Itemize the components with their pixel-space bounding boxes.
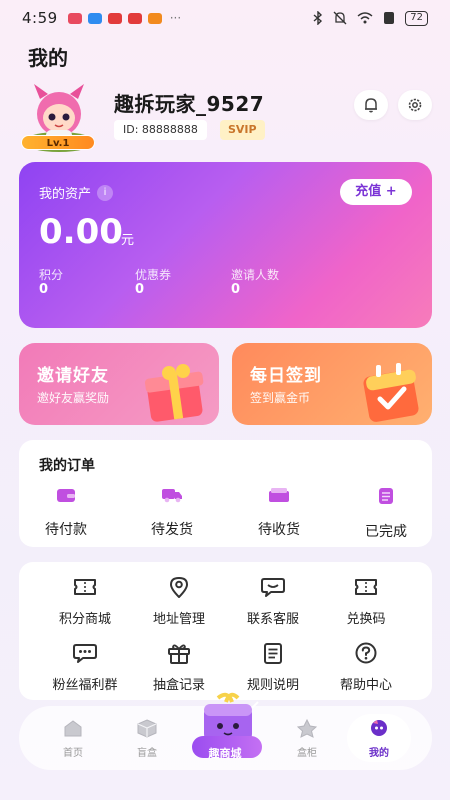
ticket-icon (74, 579, 96, 595)
invites-label[interactable]: 邀请人数 (231, 266, 279, 283)
draw-record-item[interactable]: 抽盒记录 (129, 642, 229, 693)
page-title: 我的 (28, 46, 68, 70)
location-icon (169, 576, 189, 599)
signin-title: 每日签到 (250, 366, 322, 386)
signin-subtitle: 签到赢金币 (250, 391, 311, 405)
notification-icons: ··· (67, 11, 182, 25)
daily-signin-card[interactable]: 每日签到 签到赢金币 (232, 343, 432, 425)
truck-icon (162, 489, 182, 503)
username: 趣拆玩家_9527 (114, 92, 265, 116)
rules-item[interactable]: 规则说明 (223, 642, 323, 693)
checklist-icon (379, 488, 393, 504)
wifi-icon (357, 12, 373, 24)
gift-box-icon (144, 364, 204, 422)
coupons-label[interactable]: 优惠券 (135, 266, 171, 283)
help-icon (355, 642, 377, 664)
bluetooth-icon (313, 11, 323, 25)
recharge-button[interactable]: 充值 + (340, 179, 412, 205)
box-icon (137, 719, 157, 738)
customer-service-item[interactable]: 联系客服 (223, 576, 323, 627)
package-icon (269, 488, 289, 502)
service-label: 联系客服 (246, 612, 299, 627)
group-chat-icon (73, 644, 97, 663)
cabinet-icon (296, 718, 318, 738)
settings-button[interactable] (398, 90, 432, 120)
app-notification-icon (107, 12, 122, 24)
order-label: 已完成 (365, 524, 407, 540)
order-label: 待发货 (151, 522, 193, 538)
nav-mall[interactable]: 趣商城 (180, 745, 270, 761)
order-label: 待付款 (45, 522, 87, 538)
gear-icon (408, 98, 422, 112)
home-icon (64, 720, 82, 737)
services-card: 积分商城 地址管理 联系客服 兑换码 粉丝福利群 抽盒记录 规则说明 帮助中心 (19, 562, 432, 700)
nav-blind-box[interactable]: 盲盒 (117, 718, 177, 759)
service-label: 粉丝福利群 (52, 678, 118, 693)
invite-title: 邀请好友 (37, 366, 109, 386)
nav-mine[interactable]: 我的 (349, 718, 409, 759)
ticket-icon (355, 579, 377, 595)
app-notification-icon (147, 12, 162, 24)
wallet-icon (57, 489, 75, 502)
nav-cabinet[interactable]: 盒柜 (277, 718, 337, 759)
redeem-code-item[interactable]: 兑换码 (316, 576, 416, 627)
coupons-value[interactable]: 0 (135, 282, 144, 297)
system-icons: 72 (313, 10, 428, 26)
assets-title-label: 我的资产 (39, 187, 92, 202)
info-icon[interactable]: i (97, 184, 114, 201)
bell-icon (365, 98, 377, 113)
address-management-item[interactable]: 地址管理 (129, 576, 229, 627)
chat-icon (261, 578, 285, 597)
calendar-icon (363, 363, 419, 422)
order-pending-shipment[interactable]: 待发货 (127, 487, 217, 539)
nav-label: 盒柜 (297, 748, 317, 759)
notification-button[interactable] (354, 90, 388, 120)
profile-icon (371, 720, 387, 736)
service-label: 兑换码 (346, 612, 386, 627)
help-center-item[interactable]: 帮助中心 (316, 642, 416, 693)
nav-label: 首页 (63, 748, 83, 759)
orders-title: 我的订单 (39, 458, 95, 474)
order-label: 待收货 (258, 522, 300, 538)
fan-group-item[interactable]: 粉丝福利群 (35, 642, 135, 693)
app-notification-icon (127, 12, 142, 24)
document-icon (264, 643, 282, 664)
service-label: 积分商城 (58, 612, 111, 627)
status-time: 4:59 (22, 9, 58, 27)
sim-icon (384, 12, 395, 24)
order-pending-payment[interactable]: 待付款 (21, 487, 111, 539)
status-bar: 4:59 ··· 72 (0, 0, 450, 36)
app-notification-icon (87, 12, 102, 24)
service-label: 帮助中心 (339, 678, 392, 693)
points-label[interactable]: 积分 (39, 266, 63, 283)
order-pending-receipt[interactable]: 待收货 (234, 487, 324, 539)
balance-unit: 元 (121, 233, 135, 248)
points-mall-item[interactable]: 积分商城 (35, 576, 135, 627)
invites-value[interactable]: 0 (231, 282, 240, 297)
more-notifications-icon: ··· (169, 11, 182, 25)
battery-indicator: 72 (405, 10, 428, 26)
nav-label: 我的 (369, 748, 389, 759)
nav-home[interactable]: 首页 (43, 718, 103, 759)
user-id[interactable]: ID: 88888888 (114, 120, 207, 140)
balance-amount: 0.00 (39, 212, 123, 252)
nav-label: 盲盒 (137, 748, 157, 759)
order-completed[interactable]: 已完成 (341, 487, 431, 541)
gift-icon (168, 644, 190, 664)
assets-title: 我的资产 i (39, 183, 114, 202)
assets-card: 我的资产 i 充值 + 0.00 元 积分 0 优惠券 0 邀请人数 0 (19, 162, 432, 328)
svip-badge[interactable]: SVIP (220, 120, 265, 140)
invite-subtitle: 邀好友赢奖励 (37, 391, 110, 405)
service-label: 地址管理 (152, 612, 205, 627)
orders-card: 我的订单 待付款 待发货 待收货 已完成 (19, 440, 432, 547)
mute-icon (333, 11, 347, 25)
points-value[interactable]: 0 (39, 282, 48, 297)
app-notification-icon (67, 12, 82, 24)
level-badge: Lv.1 (21, 135, 95, 150)
invite-friends-card[interactable]: 邀请好友 邀好友赢奖励 (19, 343, 219, 425)
